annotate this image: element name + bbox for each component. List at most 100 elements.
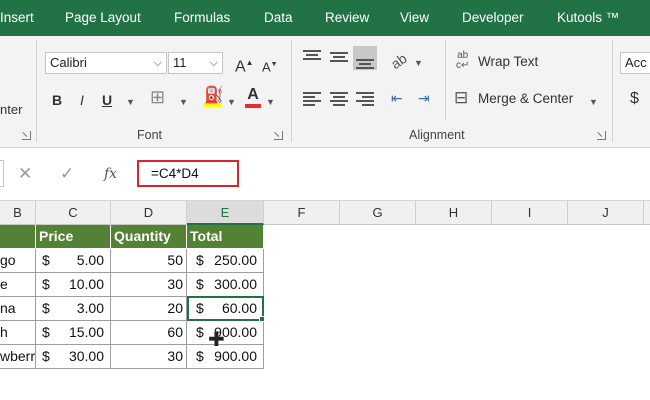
number-format-value: Acc <box>625 55 647 70</box>
font-color-swatch <box>245 104 261 108</box>
total-value: 300.00 <box>214 276 257 292</box>
price-cell[interactable]: $3.00 <box>36 297 111 321</box>
price-value: 30.00 <box>68 348 104 364</box>
alignment-launcher-icon[interactable] <box>597 131 606 140</box>
group-separator <box>612 40 613 142</box>
tab-kutools[interactable]: Kutools ™ <box>557 0 619 36</box>
currency-format-button[interactable]: $ <box>630 89 639 109</box>
align-center-icon[interactable] <box>330 91 348 107</box>
column-header-d[interactable]: D <box>111 201 187 225</box>
underline-button[interactable]: U <box>102 90 112 110</box>
price-value: 10.00 <box>68 276 104 292</box>
table-header-total[interactable]: Total <box>187 225 264 249</box>
column-header-k[interactable] <box>644 201 650 225</box>
wrap-text-button[interactable]: Wrap Text <box>478 52 538 72</box>
bold-button[interactable]: B <box>52 90 62 110</box>
quantity-cell[interactable]: 30 <box>111 345 187 369</box>
middle-align-icon[interactable] <box>330 48 348 64</box>
quantity-cell[interactable]: 30 <box>111 273 187 297</box>
font-size-combo[interactable]: 11 ⌵ <box>168 52 223 74</box>
table-row-item[interactable]: h <box>0 321 36 345</box>
fill-color-button[interactable]: ⛽ <box>204 86 224 107</box>
insert-function-button[interactable]: fx <box>104 164 117 184</box>
item-name: h <box>0 324 8 340</box>
decrease-indent-icon[interactable]: ⇤ <box>391 88 403 108</box>
bottom-align-icon[interactable] <box>353 46 377 70</box>
currency-symbol: $ <box>196 348 204 364</box>
chevron-down-icon[interactable]: ▼ <box>266 92 275 112</box>
table-row-item[interactable]: go <box>0 249 36 273</box>
chevron-down-icon[interactable]: ▼ <box>179 92 188 112</box>
price-cell[interactable]: $10.00 <box>36 273 111 297</box>
chevron-down-icon[interactable]: ⌵ <box>210 53 218 73</box>
chevron-down-icon[interactable]: ▼ <box>227 92 236 112</box>
total-cell[interactable]: $60.00 <box>187 297 264 321</box>
font-color-button[interactable]: A <box>245 86 261 108</box>
font-name-combo[interactable]: Calibri ⌵ <box>45 52 167 74</box>
currency-symbol: $ <box>42 324 50 340</box>
table-row-item[interactable]: wberr <box>0 345 36 369</box>
top-align-icon[interactable] <box>303 48 321 64</box>
chevron-down-icon[interactable]: ▼ <box>589 92 598 112</box>
currency-symbol: $ <box>42 348 50 364</box>
column-header-c[interactable]: C <box>36 201 111 225</box>
cancel-icon[interactable]: ✕ <box>18 164 32 184</box>
chevron-down-icon[interactable]: ⌵ <box>154 53 162 73</box>
font-launcher-icon[interactable] <box>274 131 283 140</box>
borders-icon[interactable]: ⊞ <box>150 87 165 107</box>
table-header-price[interactable]: Price <box>36 225 111 249</box>
increase-indent-icon[interactable]: ⇥ <box>418 88 430 108</box>
table-header-item[interactable] <box>0 225 36 249</box>
italic-button[interactable]: I <box>80 90 84 110</box>
formula-input[interactable]: =C4*D4 <box>137 160 239 187</box>
price-cell[interactable]: $15.00 <box>36 321 111 345</box>
quantity-cell[interactable]: 20 <box>111 297 187 321</box>
orientation-icon[interactable]: ab <box>387 48 411 73</box>
merge-center-button[interactable]: Merge & Center <box>478 89 573 109</box>
price-value: 3.00 <box>76 300 104 316</box>
tab-data[interactable]: Data <box>264 0 293 36</box>
partial-group-label: nter <box>0 102 23 117</box>
tab-formulas[interactable]: Formulas <box>174 0 230 36</box>
item-name: wberr <box>0 348 36 364</box>
table-row-item[interactable]: e <box>0 273 36 297</box>
tab-view[interactable]: View <box>400 0 429 36</box>
quantity-cell[interactable]: 50 <box>111 249 187 273</box>
shrink-font-button[interactable]: A▼ <box>262 55 278 77</box>
chevron-down-icon[interactable]: ▼ <box>414 53 423 73</box>
chevron-down-icon[interactable]: ▼ <box>126 92 135 112</box>
column-header-i[interactable]: I <box>492 201 568 225</box>
align-left-icon[interactable] <box>303 91 321 107</box>
grow-font-button[interactable]: A▲ <box>235 53 254 77</box>
tab-review[interactable]: Review <box>325 0 369 36</box>
font-color-icon: A <box>247 86 259 103</box>
number-format-combo[interactable]: Acc <box>620 52 650 74</box>
column-header-f[interactable]: F <box>264 201 340 225</box>
enter-icon[interactable]: ✓ <box>60 164 74 184</box>
column-header-j[interactable]: J <box>568 201 644 225</box>
name-box[interactable] <box>0 160 4 187</box>
currency-symbol: $ <box>42 252 50 268</box>
total-cell[interactable]: $900.00 <box>187 345 264 369</box>
clipboard-launcher-icon[interactable] <box>22 131 31 140</box>
tab-page-layout[interactable]: Page Layout <box>65 0 141 36</box>
currency-symbol: $ <box>196 252 204 268</box>
table-header-quantity[interactable]: Quantity <box>111 225 187 249</box>
merge-center-icon: ⊟ <box>454 88 469 107</box>
total-cell[interactable]: $300.00 <box>187 273 264 297</box>
align-right-icon[interactable] <box>356 91 374 107</box>
table-row-item[interactable]: na <box>0 297 36 321</box>
column-header-e[interactable]: E <box>187 201 264 225</box>
quantity-cell[interactable]: 60 <box>111 321 187 345</box>
column-header-h[interactable]: H <box>416 201 492 225</box>
column-header-g[interactable]: G <box>340 201 416 225</box>
cell-cursor-icon: ✚ <box>208 329 225 351</box>
column-header-b[interactable]: B <box>0 201 36 225</box>
tab-developer[interactable]: Developer <box>462 0 524 36</box>
fill-handle[interactable] <box>259 316 265 322</box>
tab-insert[interactable]: Insert <box>0 0 34 36</box>
price-cell[interactable]: $5.00 <box>36 249 111 273</box>
total-cell[interactable]: $900.00 <box>187 321 264 345</box>
price-cell[interactable]: $30.00 <box>36 345 111 369</box>
total-cell[interactable]: $250.00 <box>187 249 264 273</box>
